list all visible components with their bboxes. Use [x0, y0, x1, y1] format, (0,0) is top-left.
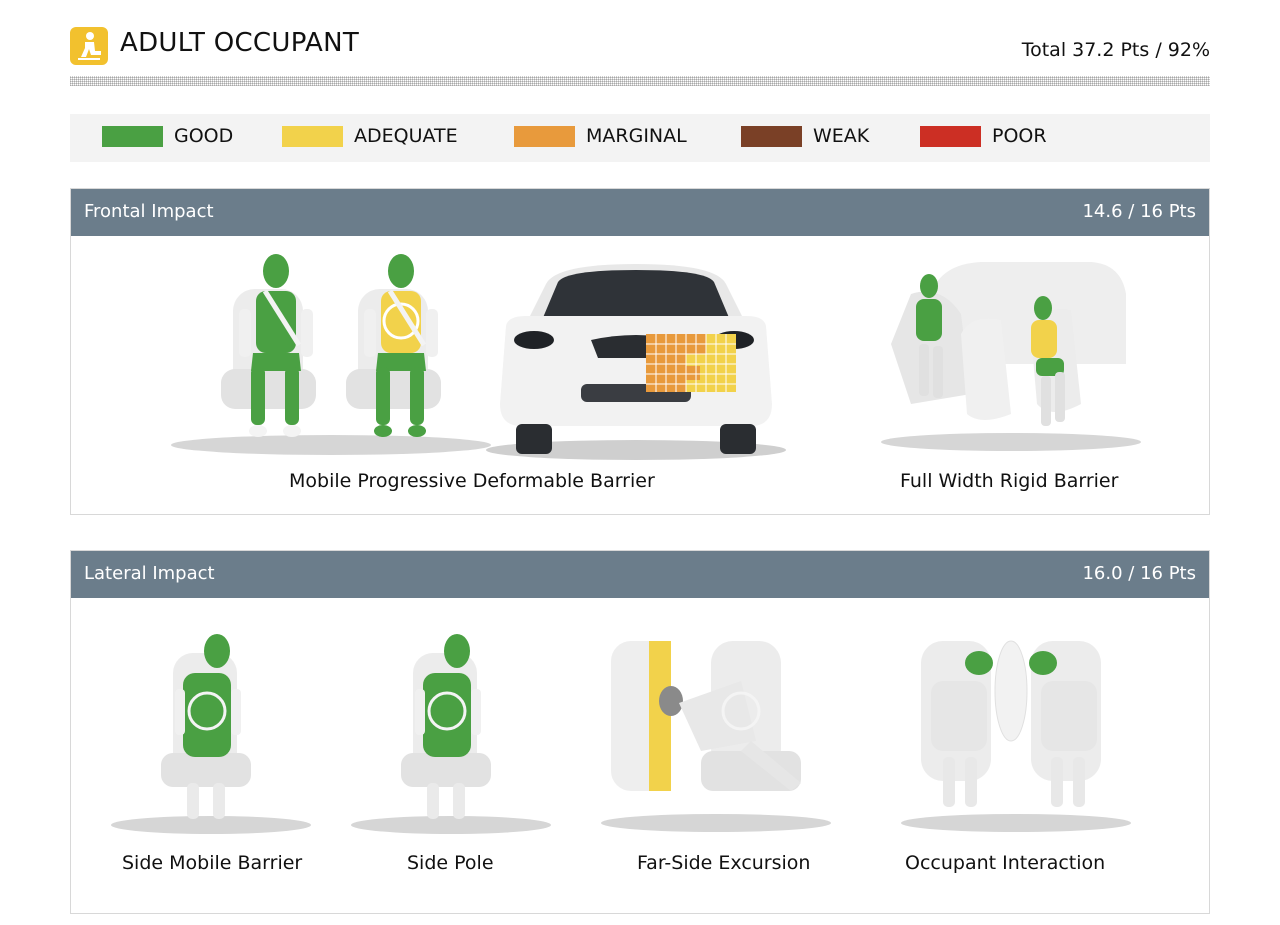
legend-swatch-marginal: [514, 126, 575, 147]
frontal-impact-score: 14.6 / 16 Pts: [1082, 201, 1196, 222]
legend-label-adequate: ADEQUATE: [354, 125, 458, 147]
legend-swatch-good: [102, 126, 163, 147]
legend-label-marginal: MARGINAL: [586, 125, 687, 147]
rating-legend: GOOD ADEQUATE MARGINAL WEAK POOR: [70, 114, 1210, 162]
frontal-impact-bar: Frontal Impact 14.6 / 16 Pts: [71, 189, 1209, 236]
frontal-impact-panel: Frontal Impact 14.6 / 16 Pts Mobile Prog…: [70, 188, 1210, 515]
far-side-excursion-figure: [601, 641, 831, 832]
caption-full-width: Full Width Rigid Barrier: [900, 470, 1119, 492]
caption-mpdb: Mobile Progressive Deformable Barrier: [289, 470, 655, 492]
lateral-impact-panel: Lateral Impact 16.0 / 16 Pts Side Mobile…: [70, 550, 1210, 914]
mpdb-dummies-figure: [171, 254, 491, 455]
legend-swatch-poor: [920, 126, 981, 147]
lateral-impact-score: 16.0 / 16 Pts: [1082, 563, 1196, 584]
caption-side-pole: Side Pole: [407, 852, 494, 874]
side-pole-figure: [351, 634, 551, 834]
deformation-grid: [646, 334, 736, 392]
legend-swatch-weak: [741, 126, 802, 147]
lateral-impact-title: Lateral Impact: [84, 563, 215, 584]
legend-label-good: GOOD: [174, 125, 234, 147]
section-header: ADULT OCCUPANT Total 37.2 Pts / 92%: [70, 26, 1210, 86]
legend-label-weak: WEAK: [813, 125, 870, 147]
page-title: ADULT OCCUPANT: [120, 28, 360, 58]
legend-swatch-adequate: [282, 126, 343, 147]
occupant-interaction-figure: [901, 640, 1131, 832]
caption-far-side-excursion: Far-Side Excursion: [637, 852, 811, 874]
total-score: Total 37.2 Pts / 92%: [1021, 39, 1210, 61]
side-mobile-barrier-figure: [111, 634, 311, 834]
lateral-impact-bar: Lateral Impact 16.0 / 16 Pts: [71, 551, 1209, 598]
full-width-figure: [881, 262, 1141, 451]
header-divider: [70, 76, 1210, 86]
caption-occupant-interaction: Occupant Interaction: [905, 852, 1106, 874]
seated-occupant-icon: [70, 27, 108, 65]
car-front-figure: [486, 264, 786, 460]
frontal-impact-title: Frontal Impact: [84, 201, 214, 222]
caption-side-mobile-barrier: Side Mobile Barrier: [122, 852, 303, 874]
legend-label-poor: POOR: [992, 125, 1047, 147]
